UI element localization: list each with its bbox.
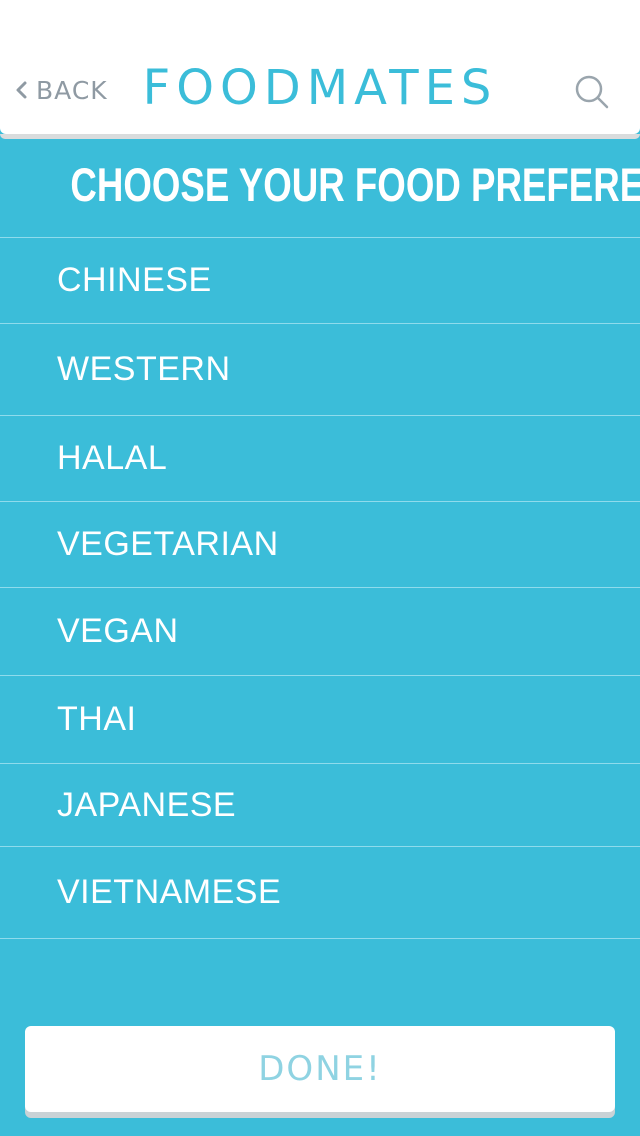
preference-item-thai[interactable]: THAI bbox=[0, 676, 640, 764]
food-preferences-screen: BACK FOODMATES CHOOSE YOUR FOOD PREFEREN… bbox=[0, 0, 640, 1136]
preferences-list: CHINESE WESTERN HALAL VEGETARIAN VEGAN T… bbox=[0, 237, 640, 939]
search-icon bbox=[572, 75, 612, 116]
preference-item-vegetarian[interactable]: VEGETARIAN bbox=[0, 502, 640, 588]
preference-label: CHINESE bbox=[57, 261, 212, 299]
preference-label: HALAL bbox=[57, 439, 168, 477]
preference-item-chinese[interactable]: CHINESE bbox=[0, 238, 640, 324]
section-title: CHOOSE YOUR FOOD PREFERENCES bbox=[70, 158, 640, 211]
preference-label: JAPANESE bbox=[57, 785, 237, 824]
done-label: DONE! bbox=[258, 1049, 382, 1089]
app-title: FOODMATES bbox=[142, 60, 498, 116]
preference-item-vietnamese[interactable]: VIETNAMESE bbox=[0, 847, 640, 939]
preference-label: WESTERN bbox=[57, 350, 231, 388]
preference-label: VEGETARIAN bbox=[57, 525, 279, 563]
preference-label: VIETNAMESE bbox=[57, 873, 282, 911]
preference-item-vegan[interactable]: VEGAN bbox=[0, 588, 640, 676]
navigation-bar: BACK FOODMATES bbox=[0, 0, 640, 134]
preference-item-western[interactable]: WESTERN bbox=[0, 324, 640, 416]
navigation-bar-shadow bbox=[0, 134, 640, 139]
search-button[interactable] bbox=[572, 72, 612, 112]
preference-label: THAI bbox=[57, 700, 137, 738]
done-button[interactable]: DONE! bbox=[25, 1026, 615, 1112]
preference-item-japanese[interactable]: JAPANESE bbox=[0, 764, 640, 847]
preference-item-halal[interactable]: HALAL bbox=[0, 416, 640, 502]
preference-label: VEGAN bbox=[57, 612, 179, 650]
